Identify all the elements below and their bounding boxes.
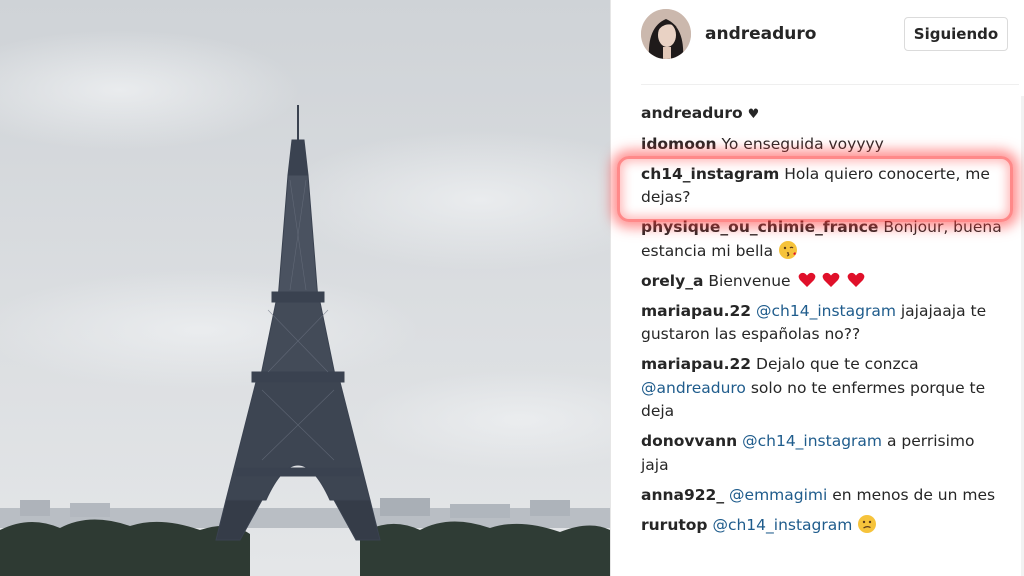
kissing-face-icon: [778, 240, 798, 260]
comment-text: Dejalo que te conzca: [756, 355, 919, 373]
confused-face-icon: [857, 514, 877, 534]
eiffel-tower-photo: [0, 0, 610, 576]
mention-link[interactable]: @emmagimi: [729, 486, 827, 504]
comment-item: mariapau.22 @ch14_instagram jajajaaja te…: [641, 300, 1003, 347]
red-heart-icon: [847, 272, 865, 288]
red-heart-icon: [798, 272, 816, 288]
comment-item: ch14_instagram Hola quiero conocerte, me…: [641, 163, 1003, 210]
comment-item: physique_ou_chimie_france Bonjour, buena…: [641, 216, 1003, 263]
comment-author[interactable]: donovvann: [641, 432, 737, 450]
comment-author[interactable]: mariapau.22: [641, 355, 751, 373]
mention-link[interactable]: @ch14_instagram: [756, 302, 896, 320]
mention-link[interactable]: @ch14_instagram: [712, 516, 852, 534]
comment-item: mariapau.22 Dejalo que te conzca @andrea…: [641, 353, 1003, 424]
comment-text: Yo enseguida voyyyy: [721, 134, 884, 153]
post-photo[interactable]: [0, 0, 610, 576]
post-caption: andreaduro ♥: [641, 102, 1003, 127]
comment-author[interactable]: rurutop: [641, 516, 708, 534]
header-username[interactable]: andreaduro: [705, 24, 816, 44]
header-divider: [641, 84, 1019, 85]
comment-text: en menos de un mes: [832, 485, 996, 504]
comment-author[interactable]: mariapau.22: [641, 302, 751, 320]
following-button[interactable]: Siguiendo: [904, 17, 1008, 51]
comment-list: andreaduro ♥ idomoon Yo enseguida voyyyy…: [641, 102, 1003, 544]
comment-author[interactable]: orely_a: [641, 272, 703, 290]
caption-text: ♥: [747, 107, 760, 122]
mention-link[interactable]: @andreaduro: [641, 379, 746, 397]
red-heart-icon: [822, 272, 840, 288]
avatar[interactable]: [641, 9, 691, 59]
comment-author[interactable]: physique_ou_chimie_france: [641, 218, 878, 236]
comment-item: anna922_ @emmagimi en menos de un mes: [641, 484, 1003, 508]
comments-panel: andreaduro Siguiendo andreaduro ♥ idomoo…: [611, 0, 1024, 576]
comment-item: orely_a Bienvenue: [641, 270, 1003, 294]
comment-item: rurutop @ch14_instagram: [641, 514, 1003, 538]
caption-author[interactable]: andreaduro: [641, 104, 743, 122]
comment-author[interactable]: ch14_instagram: [641, 165, 779, 183]
post-header: andreaduro Siguiendo: [611, 0, 1024, 78]
comment-item: idomoon Yo enseguida voyyyy: [641, 133, 1003, 157]
profile-photo: [641, 9, 691, 59]
comment-author[interactable]: anna922_: [641, 486, 724, 504]
mention-link[interactable]: @ch14_instagram: [742, 432, 882, 450]
comment-item: donovvann @ch14_instagram a perrisimo ja…: [641, 430, 1003, 477]
comment-author[interactable]: idomoon: [641, 135, 717, 153]
comment-text: Bienvenue: [708, 271, 791, 290]
